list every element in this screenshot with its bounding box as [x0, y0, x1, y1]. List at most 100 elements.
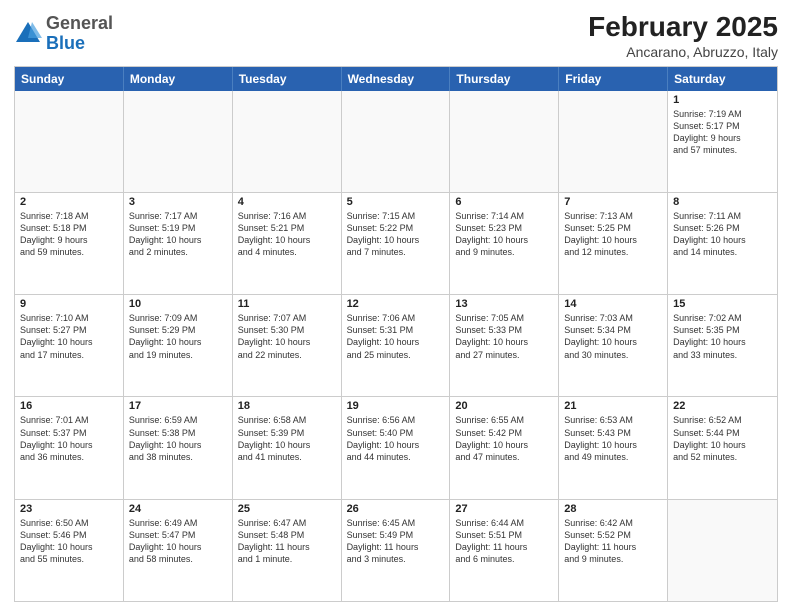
day-cell: 7 Sunrise: 7:13 AM Sunset: 5:25 PM Daylig… [559, 193, 668, 294]
logo-general-text: General [46, 13, 113, 33]
day-number: 3 [129, 196, 227, 208]
day-number: 22 [673, 400, 772, 412]
day-cell: 13Sunrise: 7:05 AM Sunset: 5:33 PM Dayli… [450, 295, 559, 396]
day-number: 5 [347, 196, 445, 208]
day-cell [668, 500, 777, 601]
day-number: 1 [673, 94, 772, 106]
day-cell: 8Sunrise: 7:11 AM Sunset: 5:26 PM Daylig… [668, 193, 777, 294]
day-cell: 28 Sunrise: 6:42 AM Sunset: 5:52 PM Dayli… [559, 500, 668, 601]
day-number: 24 [129, 503, 227, 515]
day-cell: 10 Sunrise: 7:09 AM Sunset: 5:29 PM Dayli… [124, 295, 233, 396]
day-number: 7 [564, 196, 662, 208]
day-header-monday: Monday [124, 67, 233, 91]
day-number: 16 [20, 400, 118, 412]
day-number: 19 [347, 400, 445, 412]
day-info: Sunrise: 6:59 AM Sunset: 5:38 PM Dayligh… [129, 414, 227, 463]
day-number: 11 [238, 298, 336, 310]
day-number: 8 [673, 196, 772, 208]
logo-icon [14, 20, 42, 48]
day-cell: 15 Sunrise: 7:02 AM Sunset: 5:35 PM Dayli… [668, 295, 777, 396]
day-info: Sunrise: 6:45 AM Sunset: 5:49 PM Dayligh… [347, 517, 445, 566]
day-info: Sunrise: 6:56 AM Sunset: 5:40 PM Dayligh… [347, 414, 445, 463]
month-year: February 2025 [588, 10, 778, 44]
day-info: Sunrise: 6:50 AM Sunset: 5:46 PM Dayligh… [20, 517, 118, 566]
day-info: Sunrise: 6:52 AM Sunset: 5:44 PM Dayligh… [673, 414, 772, 463]
day-cell: 22 Sunrise: 6:52 AM Sunset: 5:44 PM Dayli… [668, 397, 777, 498]
day-cell [559, 91, 668, 192]
day-cell: 6Sunrise: 7:14 AM Sunset: 5:23 PM Daylig… [450, 193, 559, 294]
day-cell: 9 Sunrise: 7:10 AM Sunset: 5:27 PM Daylig… [15, 295, 124, 396]
day-cell: 23 Sunrise: 6:50 AM Sunset: 5:46 PM Dayli… [15, 500, 124, 601]
calendar: SundayMondayTuesdayWednesdayThursdayFrid… [14, 66, 778, 602]
day-number: 26 [347, 503, 445, 515]
day-headers: SundayMondayTuesdayWednesdayThursdayFrid… [15, 67, 777, 91]
day-info: Sunrise: 7:16 AM Sunset: 5:21 PM Dayligh… [238, 210, 336, 259]
day-info: Sunrise: 7:09 AM Sunset: 5:29 PM Dayligh… [129, 312, 227, 361]
day-number: 14 [564, 298, 662, 310]
day-number: 9 [20, 298, 118, 310]
day-number: 20 [455, 400, 553, 412]
day-cell: 17 Sunrise: 6:59 AM Sunset: 5:38 PM Dayli… [124, 397, 233, 498]
day-cell: 27 Sunrise: 6:44 AM Sunset: 5:51 PM Dayli… [450, 500, 559, 601]
day-number: 18 [238, 400, 336, 412]
day-info: Sunrise: 6:55 AM Sunset: 5:42 PM Dayligh… [455, 414, 553, 463]
day-header-saturday: Saturday [668, 67, 777, 91]
day-info: Sunrise: 7:01 AM Sunset: 5:37 PM Dayligh… [20, 414, 118, 463]
location: Ancarano, Abruzzo, Italy [588, 44, 778, 60]
day-info: Sunrise: 7:10 AM Sunset: 5:27 PM Dayligh… [20, 312, 118, 361]
week-row-0: 1 Sunrise: 7:19 AM Sunset: 5:17 PM Daylig… [15, 91, 777, 192]
day-info: Sunrise: 7:18 AM Sunset: 5:18 PM Dayligh… [20, 210, 118, 259]
day-cell: 16 Sunrise: 7:01 AM Sunset: 5:37 PM Dayli… [15, 397, 124, 498]
page: General Blue February 2025 Ancarano, Abr… [0, 0, 792, 612]
day-info: Sunrise: 6:47 AM Sunset: 5:48 PM Dayligh… [238, 517, 336, 566]
day-number: 15 [673, 298, 772, 310]
logo: General Blue [14, 14, 113, 54]
day-cell: 19 Sunrise: 6:56 AM Sunset: 5:40 PM Dayli… [342, 397, 451, 498]
logo-blue-text: Blue [46, 33, 85, 53]
day-cell: 4Sunrise: 7:16 AM Sunset: 5:21 PM Daylig… [233, 193, 342, 294]
day-number: 17 [129, 400, 227, 412]
day-number: 28 [564, 503, 662, 515]
day-header-wednesday: Wednesday [342, 67, 451, 91]
day-info: Sunrise: 6:53 AM Sunset: 5:43 PM Dayligh… [564, 414, 662, 463]
day-info: Sunrise: 7:13 AM Sunset: 5:25 PM Dayligh… [564, 210, 662, 259]
day-cell: 12 Sunrise: 7:06 AM Sunset: 5:31 PM Dayli… [342, 295, 451, 396]
day-number: 27 [455, 503, 553, 515]
day-cell [15, 91, 124, 192]
day-info: Sunrise: 7:07 AM Sunset: 5:30 PM Dayligh… [238, 312, 336, 361]
day-number: 25 [238, 503, 336, 515]
day-number: 21 [564, 400, 662, 412]
weeks-container: 1 Sunrise: 7:19 AM Sunset: 5:17 PM Daylig… [15, 91, 777, 601]
day-info: Sunrise: 6:49 AM Sunset: 5:47 PM Dayligh… [129, 517, 227, 566]
day-number: 10 [129, 298, 227, 310]
day-info: Sunrise: 6:42 AM Sunset: 5:52 PM Dayligh… [564, 517, 662, 566]
title-block: February 2025 Ancarano, Abruzzo, Italy [588, 10, 778, 60]
day-cell: 21 Sunrise: 6:53 AM Sunset: 5:43 PM Dayli… [559, 397, 668, 498]
week-row-2: 9 Sunrise: 7:10 AM Sunset: 5:27 PM Daylig… [15, 294, 777, 396]
day-info: Sunrise: 7:02 AM Sunset: 5:35 PM Dayligh… [673, 312, 772, 361]
day-number: 2 [20, 196, 118, 208]
day-cell: 5 Sunrise: 7:15 AM Sunset: 5:22 PM Daylig… [342, 193, 451, 294]
day-info: Sunrise: 6:44 AM Sunset: 5:51 PM Dayligh… [455, 517, 553, 566]
day-header-thursday: Thursday [450, 67, 559, 91]
header: General Blue February 2025 Ancarano, Abr… [14, 10, 778, 60]
week-row-3: 16 Sunrise: 7:01 AM Sunset: 5:37 PM Dayli… [15, 396, 777, 498]
day-info: Sunrise: 7:17 AM Sunset: 5:19 PM Dayligh… [129, 210, 227, 259]
day-header-sunday: Sunday [15, 67, 124, 91]
day-info: Sunrise: 7:19 AM Sunset: 5:17 PM Dayligh… [673, 108, 772, 157]
day-info: Sunrise: 7:14 AM Sunset: 5:23 PM Dayligh… [455, 210, 553, 259]
day-cell: 20 Sunrise: 6:55 AM Sunset: 5:42 PM Dayli… [450, 397, 559, 498]
day-cell: 18 Sunrise: 6:58 AM Sunset: 5:39 PM Dayli… [233, 397, 342, 498]
day-cell: 1 Sunrise: 7:19 AM Sunset: 5:17 PM Daylig… [668, 91, 777, 192]
day-info: Sunrise: 6:58 AM Sunset: 5:39 PM Dayligh… [238, 414, 336, 463]
day-info: Sunrise: 7:06 AM Sunset: 5:31 PM Dayligh… [347, 312, 445, 361]
day-info: Sunrise: 7:15 AM Sunset: 5:22 PM Dayligh… [347, 210, 445, 259]
day-cell: 24 Sunrise: 6:49 AM Sunset: 5:47 PM Dayli… [124, 500, 233, 601]
week-row-4: 23 Sunrise: 6:50 AM Sunset: 5:46 PM Dayli… [15, 499, 777, 601]
day-cell: 25 Sunrise: 6:47 AM Sunset: 5:48 PM Dayli… [233, 500, 342, 601]
day-number: 12 [347, 298, 445, 310]
day-header-tuesday: Tuesday [233, 67, 342, 91]
day-number: 23 [20, 503, 118, 515]
day-cell [233, 91, 342, 192]
day-info: Sunrise: 7:05 AM Sunset: 5:33 PM Dayligh… [455, 312, 553, 361]
